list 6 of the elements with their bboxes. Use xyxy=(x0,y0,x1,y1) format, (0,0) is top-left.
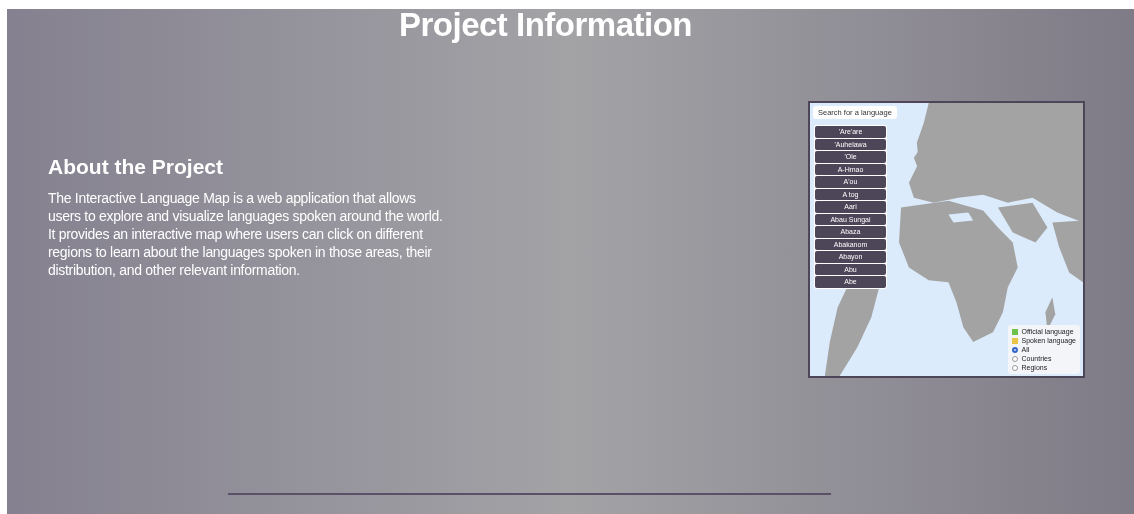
about-paragraph: The Interactive Language Map is a web application that allows users to explore and visualize languages spoken around the world. It provides an interactive map where users can click on different regions to learn about the languages spoken in those areas, their distribution, and other relevant information. xyxy=(48,189,443,279)
page-title: Project Information xyxy=(398,9,693,43)
section-heading: About the Project xyxy=(48,155,224,179)
radio-button[interactable] xyxy=(1011,364,1018,371)
radio-button[interactable] xyxy=(1011,355,1018,362)
radio-button[interactable] xyxy=(1011,346,1018,353)
